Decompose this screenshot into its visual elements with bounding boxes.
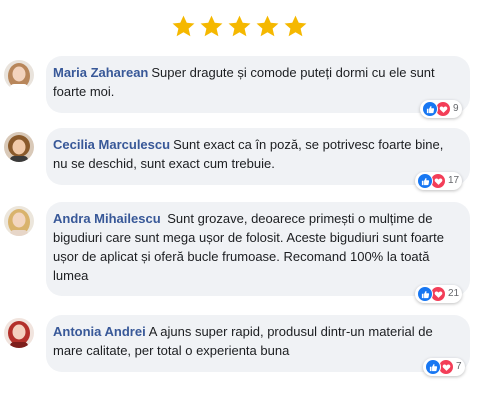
- star-icon: [199, 14, 224, 39]
- like-icon: [425, 359, 441, 375]
- comment-author[interactable]: Andra Mihailescu: [53, 211, 161, 226]
- comment-bubble: Antonia Andrei A ajuns super rapid, produ…: [46, 315, 470, 372]
- reactions-badge[interactable]: 7: [423, 358, 465, 376]
- reactions-badge[interactable]: 21: [415, 285, 463, 303]
- comment-author[interactable]: Cecilia Marculescu: [53, 137, 170, 152]
- reaction-count: 17: [448, 175, 460, 186]
- reviews-panel: Maria Zaharean Super dragute și comode pu…: [0, 0, 479, 405]
- reactions-badge[interactable]: 17: [415, 172, 463, 190]
- comment-bubble: Andra Mihailescu Sunt grozave, deoarece …: [46, 202, 470, 296]
- avatar[interactable]: [4, 318, 34, 348]
- avatar[interactable]: [4, 132, 34, 162]
- like-icon: [417, 173, 433, 189]
- comment-author[interactable]: Maria Zaharean: [53, 65, 148, 80]
- avatar[interactable]: [4, 206, 34, 236]
- like-icon: [417, 286, 433, 302]
- comment-author[interactable]: Antonia Andrei: [53, 324, 146, 339]
- star-icon: [171, 14, 196, 39]
- star-icon: [283, 14, 308, 39]
- star-icon: [255, 14, 280, 39]
- reaction-count: 7: [456, 361, 462, 372]
- reaction-count: 21: [448, 288, 460, 299]
- reactions-badge[interactable]: 9: [420, 100, 462, 118]
- avatar[interactable]: [4, 60, 34, 90]
- star-icon: [227, 14, 252, 39]
- comment-bubble: Cecilia Marculescu Sunt exact ca în poză,…: [46, 128, 470, 185]
- comment-bubble: Maria Zaharean Super dragute și comode pu…: [46, 56, 470, 113]
- like-icon: [422, 101, 438, 117]
- star-rating: [0, 14, 479, 39]
- reaction-count: 9: [453, 103, 459, 114]
